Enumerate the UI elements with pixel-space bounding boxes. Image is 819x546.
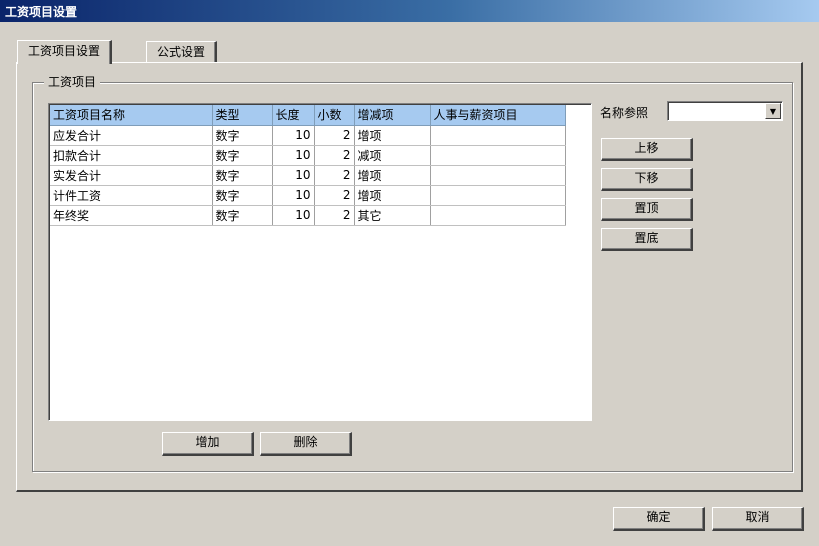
cell-decimal[interactable]: 2: [314, 185, 355, 206]
cell-length[interactable]: 10: [272, 145, 315, 166]
cell-hr-salary[interactable]: [430, 185, 566, 206]
cell-inc-dec[interactable]: 减项: [354, 145, 431, 166]
table-row[interactable]: 年终奖 数字 10 2 其它: [50, 205, 566, 226]
salary-items-grid[interactable]: 工资项目名称 类型 长度 小数 增减项 人事与薪资项目 应发合计 数字 10 2…: [48, 103, 592, 421]
chevron-down-icon[interactable]: ▼: [765, 103, 781, 119]
cell-type[interactable]: 数字: [212, 185, 273, 206]
cell-name[interactable]: 计件工资: [50, 185, 213, 206]
cell-length[interactable]: 10: [272, 165, 315, 186]
cell-inc-dec[interactable]: 增项: [354, 185, 431, 206]
cell-name[interactable]: 应发合计: [50, 125, 213, 146]
name-ref-select[interactable]: ▼: [667, 101, 783, 121]
cell-hr-salary[interactable]: [430, 205, 566, 226]
cell-length[interactable]: 10: [272, 185, 315, 206]
col-header-hr-salary[interactable]: 人事与薪资项目: [430, 105, 566, 126]
cell-decimal[interactable]: 2: [314, 125, 355, 146]
window-title: 工资项目设置: [5, 5, 78, 19]
table-row[interactable]: 扣款合计 数字 10 2 减项: [50, 145, 566, 166]
grid-header-row: 工资项目名称 类型 长度 小数 增减项 人事与薪资项目: [50, 105, 566, 126]
cell-inc-dec[interactable]: 其它: [354, 205, 431, 226]
ok-button[interactable]: 确定: [613, 507, 705, 531]
cell-hr-salary[interactable]: [430, 125, 566, 146]
table-row[interactable]: 实发合计 数字 10 2 增项: [50, 165, 566, 186]
cell-type[interactable]: 数字: [212, 165, 273, 186]
tab-formula[interactable]: 公式设置: [146, 41, 218, 63]
tab-salary-items[interactable]: 工资项目设置: [17, 40, 113, 64]
delete-button[interactable]: 删除: [260, 432, 352, 456]
cell-name[interactable]: 实发合计: [50, 165, 213, 186]
move-bottom-button[interactable]: 置底: [601, 228, 693, 251]
cell-inc-dec[interactable]: 增项: [354, 125, 431, 146]
table-row[interactable]: 应发合计 数字 10 2 增项: [50, 125, 566, 146]
cell-name[interactable]: 年终奖: [50, 205, 213, 226]
cell-decimal[interactable]: 2: [314, 145, 355, 166]
group-label: 工资项目: [44, 73, 101, 90]
cell-name[interactable]: 扣款合计: [50, 145, 213, 166]
cell-decimal[interactable]: 2: [314, 165, 355, 186]
cell-type[interactable]: 数字: [212, 205, 273, 226]
cell-hr-salary[interactable]: [430, 165, 566, 186]
cell-length[interactable]: 10: [272, 205, 315, 226]
move-down-button[interactable]: 下移: [601, 168, 693, 191]
col-header-decimal[interactable]: 小数: [314, 105, 355, 126]
add-button[interactable]: 增加: [162, 432, 254, 456]
cancel-button[interactable]: 取消: [712, 507, 804, 531]
cell-decimal[interactable]: 2: [314, 205, 355, 226]
col-header-type[interactable]: 类型: [212, 105, 273, 126]
name-ref-label: 名称参照: [600, 106, 649, 120]
cell-hr-salary[interactable]: [430, 145, 566, 166]
cell-type[interactable]: 数字: [212, 125, 273, 146]
col-header-length[interactable]: 长度: [272, 105, 315, 126]
col-header-inc-dec[interactable]: 增减项: [354, 105, 431, 126]
move-up-button[interactable]: 上移: [601, 138, 693, 161]
cell-type[interactable]: 数字: [212, 145, 273, 166]
cell-inc-dec[interactable]: 增项: [354, 165, 431, 186]
title-bar[interactable]: 工资项目设置: [0, 0, 819, 22]
dialog-window: 工资项目设置 工资项目设置 公式设置 工资项目 工资项目名称 类型 长度 小数 …: [0, 0, 819, 546]
move-top-button[interactable]: 置顶: [601, 198, 693, 221]
col-header-name[interactable]: 工资项目名称: [50, 105, 213, 126]
cell-length[interactable]: 10: [272, 125, 315, 146]
table-row[interactable]: 计件工资 数字 10 2 增项: [50, 185, 566, 206]
